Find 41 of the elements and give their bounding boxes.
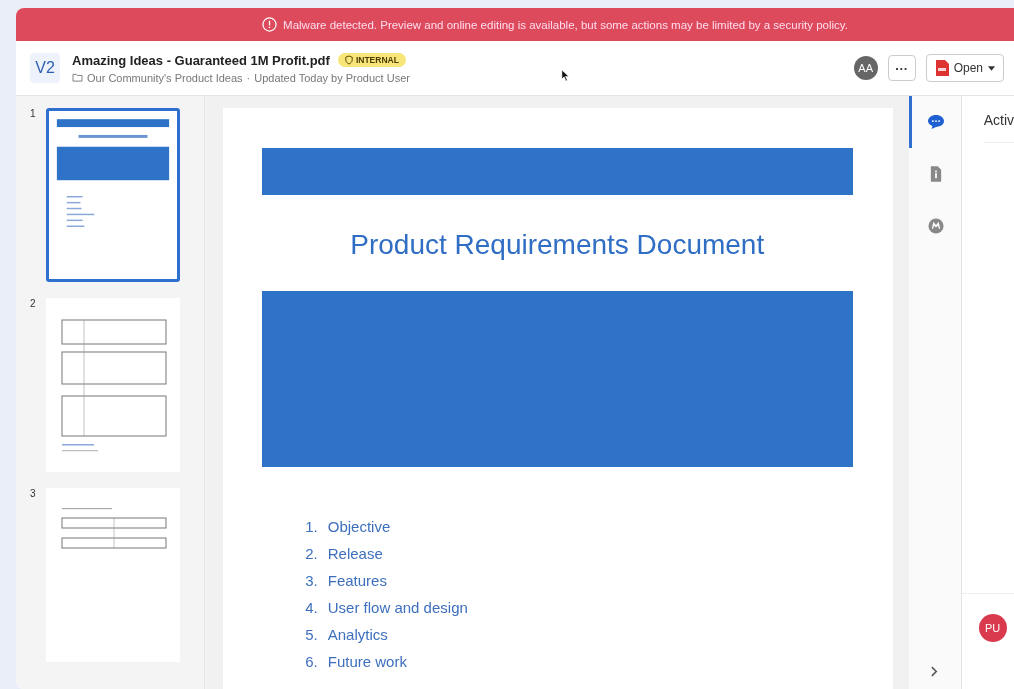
list-number: 2. bbox=[304, 545, 318, 562]
chat-bubble-icon bbox=[927, 114, 946, 130]
folder-link[interactable]: Our Community's Product Ideas bbox=[87, 71, 243, 84]
info-document-icon bbox=[930, 166, 943, 182]
mouse-cursor-icon bbox=[561, 69, 570, 82]
page-thumbnail[interactable] bbox=[46, 298, 180, 472]
list-item: Release bbox=[327, 545, 383, 562]
more-button[interactable]: ··· bbox=[887, 55, 916, 81]
page-thumbnail[interactable] bbox=[46, 488, 180, 662]
list-number: 3. bbox=[304, 572, 318, 589]
shield-icon bbox=[344, 55, 353, 65]
expand-chevron-icon[interactable] bbox=[931, 666, 939, 677]
user-avatar[interactable]: AA bbox=[853, 56, 878, 80]
separator-dot: · bbox=[246, 71, 251, 84]
user-avatar: PU bbox=[978, 614, 1007, 642]
warning-text: Malware detected. Preview and online editing is available, but some actions may be limited by a security policy. bbox=[283, 18, 848, 31]
panel-title: Activ bbox=[983, 96, 1014, 143]
page-thumbnail[interactable] bbox=[46, 108, 180, 282]
updated-text: Updated Today by Product User bbox=[254, 71, 410, 84]
list-number: 4. bbox=[304, 599, 318, 616]
list-item: Features bbox=[327, 572, 387, 589]
pdf-file-icon bbox=[934, 60, 949, 76]
metadata-circle-icon bbox=[928, 218, 945, 234]
document-title: Product Requirements Document bbox=[349, 229, 766, 261]
badge-label: INTERNAL bbox=[355, 55, 399, 65]
page-number: 1 bbox=[30, 108, 37, 121]
file-title: Amazing Ideas - Guaranteed 1M Profit.pdf bbox=[72, 52, 330, 68]
list-item: Future work bbox=[327, 653, 407, 670]
open-button[interactable]: Open bbox=[925, 54, 1004, 82]
caret-icon bbox=[988, 65, 995, 71]
list-number: 1. bbox=[304, 518, 318, 535]
list-item: Analytics bbox=[327, 626, 388, 643]
list-number: 6. bbox=[304, 653, 318, 670]
version-badge: V2 bbox=[30, 53, 60, 83]
warning-icon bbox=[262, 17, 278, 32]
folder-icon bbox=[72, 73, 83, 82]
page-number: 3 bbox=[30, 488, 37, 501]
list-number: 5. bbox=[304, 626, 318, 643]
page-number: 2 bbox=[30, 298, 37, 311]
list-item: Objective bbox=[327, 518, 391, 535]
list-item: User flow and design bbox=[327, 599, 468, 616]
